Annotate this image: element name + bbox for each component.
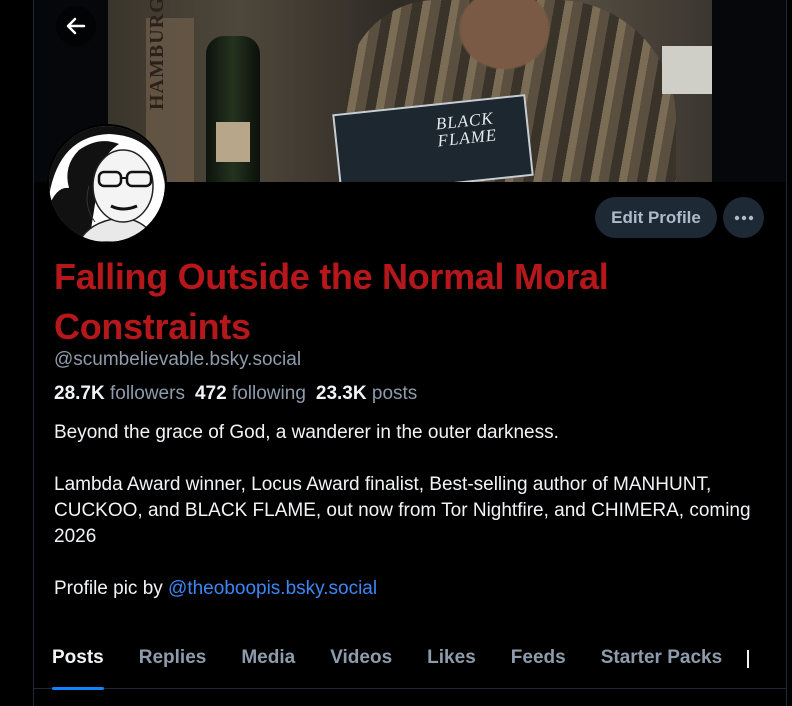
avatar[interactable]	[47, 124, 167, 244]
tab-replies[interactable]: Replies	[121, 636, 224, 688]
banner-book-title: BLACK FLAME	[434, 108, 499, 151]
following-count: 472	[194, 383, 227, 404]
posts-stat: 23.3K posts	[316, 383, 417, 405]
display-name: Falling Outside the Normal Moral Constra…	[54, 256, 609, 347]
tab-starter-packs[interactable]: Starter Packs	[583, 636, 739, 688]
banner-sign-text: HAMBURGER	[146, 0, 168, 110]
tab-posts[interactable]: Posts	[34, 636, 121, 690]
posts-label: posts	[371, 383, 418, 404]
banner-bottle	[206, 36, 260, 182]
followers-count: 28.7K	[54, 383, 105, 404]
bio-line: Beyond the grace of God, a wanderer in t…	[54, 422, 559, 443]
banner-image: HAMBURGER BLACK FLAME	[108, 0, 712, 182]
back-button[interactable]	[56, 6, 96, 46]
more-options-button[interactable]	[723, 197, 764, 238]
bio-credit-prefix: Profile pic by	[54, 578, 169, 599]
avatar-illustration	[49, 126, 165, 242]
profile-handle[interactable]: @scumbelievable.bsky.social	[54, 349, 301, 371]
followers-label: followers	[109, 383, 185, 404]
posts-count: 23.3K	[315, 383, 367, 404]
bio-credit-link[interactable]: @theoboopis.bsky.social	[168, 578, 377, 599]
tab-media[interactable]: Media	[223, 636, 312, 688]
tab-feeds[interactable]: Feeds	[493, 636, 583, 688]
following-stat[interactable]: 472 following	[195, 383, 306, 405]
following-label: following	[231, 383, 306, 404]
ellipsis-icon	[734, 215, 753, 220]
followers-stat[interactable]: 28.7K followers	[54, 383, 185, 405]
profile-stats: 28.7K followers 472 following 23.3K post…	[54, 383, 417, 405]
tab-videos[interactable]: Videos	[312, 636, 409, 688]
banner-window	[662, 46, 712, 94]
profile-screen: HAMBURGER BLACK FLAME Edit Profile Falli…	[33, 0, 787, 706]
tab-likes[interactable]: Likes	[409, 636, 493, 688]
arrow-left-icon	[66, 17, 86, 35]
profile-bio: Beyond the grace of God, a wanderer in t…	[54, 420, 766, 628]
bio-credit: Profile pic by @theoboopis.bsky.social	[54, 576, 766, 602]
bio-line: Lambda Award winner, Locus Award finalis…	[54, 474, 751, 547]
tabs-overflow-indicator	[747, 650, 755, 668]
edit-profile-button[interactable]: Edit Profile	[595, 197, 717, 238]
profile-tabs: Posts Replies Media Videos Likes Feeds S…	[34, 636, 786, 690]
